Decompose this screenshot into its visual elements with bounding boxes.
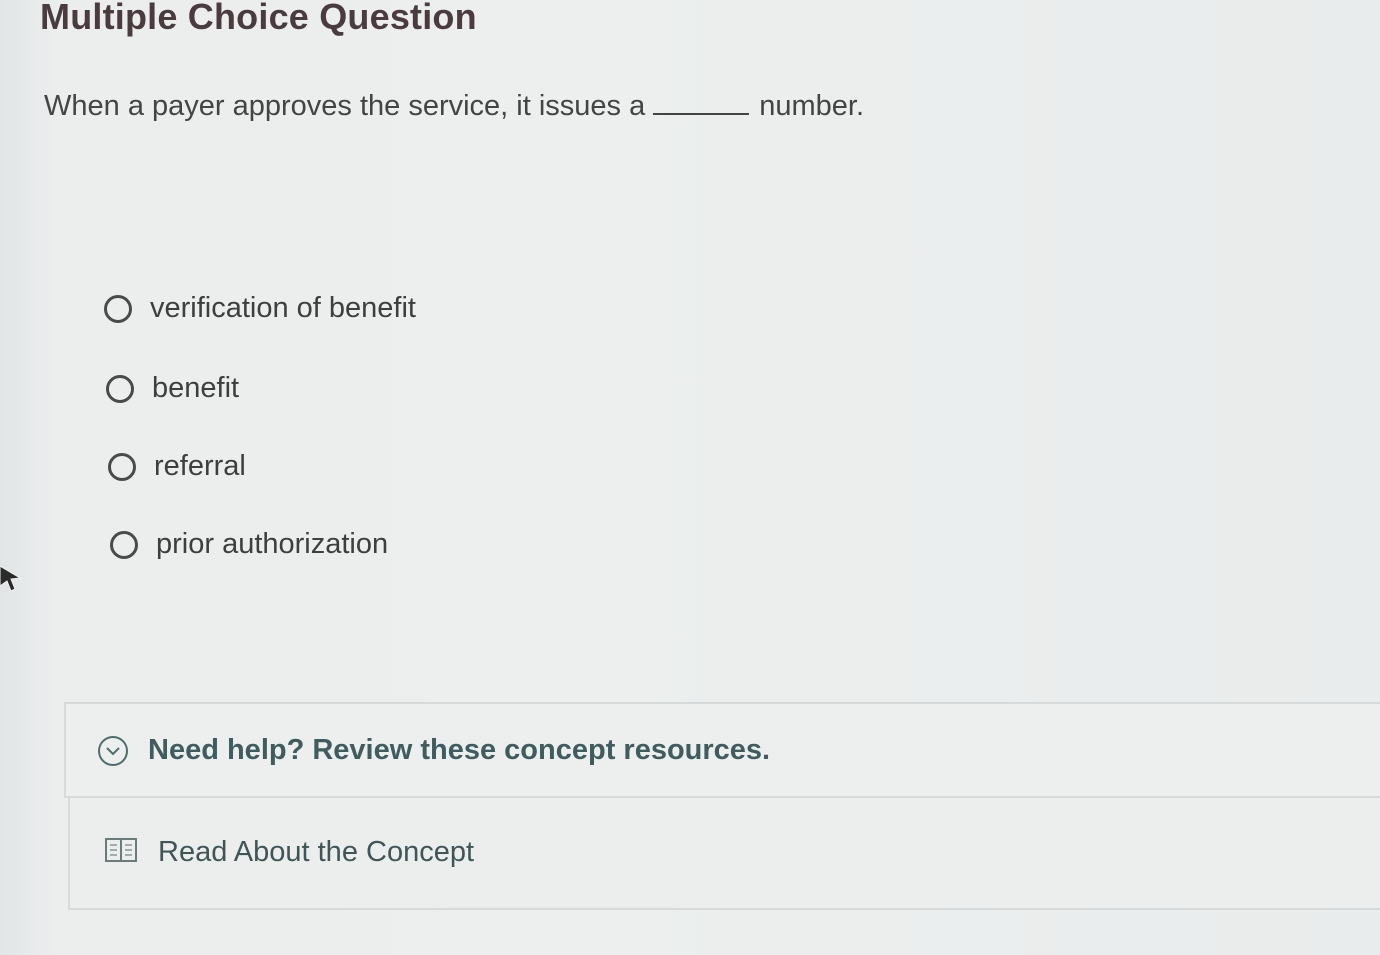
radio-button[interactable]: [110, 530, 138, 559]
question-text-after: number.: [759, 90, 865, 122]
option-prior-authorization[interactable]: prior authorization: [110, 528, 388, 561]
read-about-concept-link[interactable]: Read About the Concept: [104, 836, 474, 869]
page: Multiple Choice Question When a payer ap…: [0, 0, 1380, 955]
option-benefit[interactable]: benefit: [106, 372, 239, 405]
book-icon: [104, 836, 138, 869]
option-label: referral: [154, 450, 246, 482]
radio-button[interactable]: [106, 374, 134, 403]
chevron-down-icon[interactable]: [98, 735, 128, 766]
radio-button[interactable]: [108, 452, 136, 481]
mouse-cursor-icon: [0, 562, 24, 601]
page-title: Multiple Choice Question: [40, 0, 477, 37]
option-verification-of-benefit[interactable]: verification of benefit: [104, 292, 416, 325]
radio-button[interactable]: [104, 294, 132, 323]
help-toggle[interactable]: Need help? Review these concept resource…: [98, 734, 770, 767]
answer-blank: [653, 112, 750, 115]
question-prompt: When a payer approves the service, it is…: [44, 90, 864, 123]
read-about-concept-label: Read About the Concept: [158, 836, 475, 868]
option-referral[interactable]: referral: [108, 450, 246, 483]
option-label: benefit: [152, 372, 240, 404]
option-label: verification of benefit: [150, 292, 416, 324]
question-text-before: When a payer approves the service, it is…: [44, 90, 646, 122]
help-label: Need help? Review these concept resource…: [148, 734, 771, 766]
option-label: prior authorization: [156, 528, 389, 560]
